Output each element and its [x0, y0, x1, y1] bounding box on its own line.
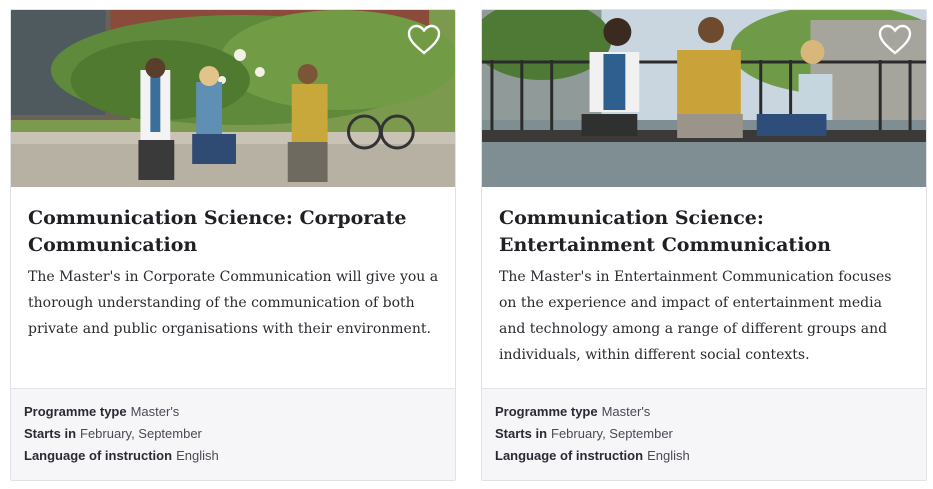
programme-title-link[interactable]: Communication Science: Entertainment Com… [499, 205, 910, 259]
programme-card-list: Communication Science: Corporate Communi… [0, 0, 933, 489]
meta-value: Master's [601, 404, 651, 419]
meta-value: English [647, 448, 690, 463]
meta-starts-in: Starts in February, September [24, 423, 442, 445]
favorite-heart-icon[interactable] [407, 24, 441, 56]
meta-programme-type: Programme type Master's [495, 401, 913, 423]
meta-programme-type: Programme type Master's [24, 401, 442, 423]
meta-value: February, September [551, 426, 673, 441]
meta-value: English [176, 448, 219, 463]
photo-students-on-wall [11, 10, 455, 187]
programme-photo [11, 10, 455, 187]
meta-language: Language of instruction English [495, 445, 913, 467]
programme-card[interactable]: Communication Science: Corporate Communi… [10, 9, 456, 481]
meta-value: February, September [80, 426, 202, 441]
programme-meta: Programme type Master's Starts in February… [11, 388, 455, 480]
meta-value: Master's [130, 404, 180, 419]
favorite-heart-icon[interactable] [878, 24, 912, 56]
programme-photo [482, 10, 926, 187]
card-body: Communication Science: Corporate Communi… [11, 187, 455, 389]
programme-description: The Master's in Entertainment Communicat… [499, 269, 892, 363]
meta-label: Language of instruction [24, 448, 173, 463]
meta-label: Starts in [24, 426, 77, 441]
meta-starts-in: Starts in February, September [495, 423, 913, 445]
meta-language: Language of instruction English [24, 445, 442, 467]
programme-description: The Master's in Corporate Communication … [28, 269, 439, 337]
programme-title-link[interactable]: Communication Science: Corporate Communi… [28, 205, 439, 259]
meta-label: Programme type [24, 404, 127, 419]
card-body: Communication Science: Entertainment Com… [482, 187, 926, 389]
meta-label: Starts in [495, 426, 548, 441]
programme-card[interactable]: Communication Science: Entertainment Com… [481, 9, 927, 481]
programme-meta: Programme type Master's Starts in February… [482, 388, 926, 480]
photo-students-on-bridge [482, 10, 926, 187]
meta-label: Language of instruction [495, 448, 644, 463]
meta-label: Programme type [495, 404, 598, 419]
